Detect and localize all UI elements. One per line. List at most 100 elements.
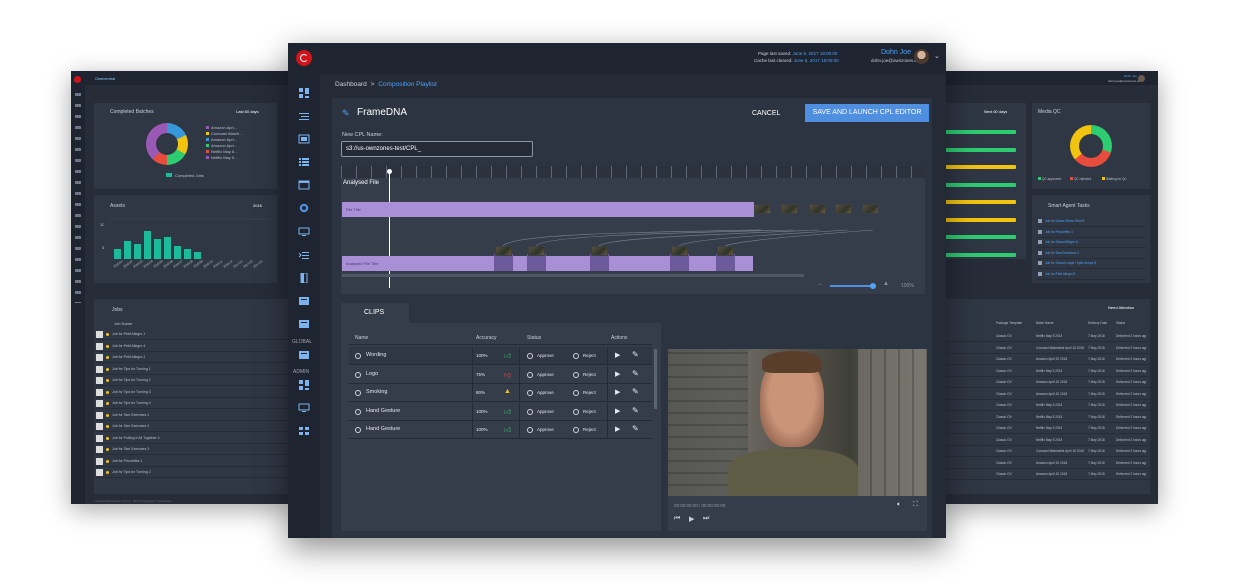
delivery-row[interactable]: Classic OV Amazon April 20 2018 7 May 2018… xyxy=(940,469,1150,480)
edit-clip-icon[interactable]: ✎ xyxy=(632,406,639,415)
delivery-row[interactable]: Classic OV Netflix May 5 2018 7 May 2018 De… xyxy=(940,366,1150,377)
clip-marker[interactable] xyxy=(670,254,689,271)
delivery-row[interactable]: Classic OV Amazon April 20 2018 7 May 2018… xyxy=(940,377,1150,388)
zoom-out-icon[interactable]: − xyxy=(818,282,822,288)
reject-radio[interactable] xyxy=(573,390,579,396)
reject-radio[interactable] xyxy=(573,427,579,433)
clip-select-radio[interactable] xyxy=(355,353,361,359)
job-row[interactable]: Job for Petit Allegro 1 xyxy=(94,329,293,340)
reject-radio[interactable] xyxy=(573,371,579,378)
list-lines-icon[interactable] xyxy=(298,111,310,121)
storage-icon[interactable] xyxy=(298,319,310,329)
admin-monitor-icon[interactable] xyxy=(298,403,310,413)
user-name[interactable]: Dohn Joe xyxy=(881,49,911,56)
analysed-file-track[interactable]: Analysed File Title xyxy=(342,256,753,271)
smart-task-item[interactable]: Job for Petit Allegro 8 xyxy=(1036,270,1146,280)
approve-radio[interactable] xyxy=(527,427,533,433)
delivery-row[interactable]: Classic OV Amazon April 20 2018 7 May 2018… xyxy=(940,389,1150,400)
clip-row[interactable]: Hand Gesture 100% 👍︎ Approve Reject ▶ ✎ xyxy=(349,402,652,421)
job-row[interactable]: Job for Putting It All Together 4 xyxy=(94,433,293,444)
timeline-ruler[interactable] xyxy=(341,166,925,178)
fullscreen-icon[interactable]: ⛶ xyxy=(913,501,918,509)
batches-filter-dropdown[interactable]: Last 60 days xyxy=(236,109,259,114)
app-logo-icon[interactable] xyxy=(296,50,312,66)
delivery-row[interactable]: Classic OV Amazon April 20 2018 7 May 2018… xyxy=(940,354,1150,365)
job-row[interactable]: Job for Tips for Turning 2 xyxy=(94,375,293,386)
play-clip-icon[interactable]: ▶ xyxy=(615,425,620,433)
save-launch-button[interactable]: SAVE AND LAUNCH CPL EDITOR xyxy=(805,104,929,122)
delivery-row[interactable]: Classic OV Netflix May 5 2018 7 May 2018 De… xyxy=(940,331,1150,342)
video-frame[interactable] xyxy=(668,349,927,496)
approve-radio[interactable] xyxy=(527,408,533,415)
admin-dashboard-icon[interactable] xyxy=(298,380,310,390)
job-row[interactable]: Job for Pirouettes 1 xyxy=(94,456,293,467)
clip-row[interactable]: Hand Gesture 100% 👍︎ Approve Reject ▶ ✎ xyxy=(349,421,652,439)
need-attention-dropdown[interactable]: Need Attention xyxy=(1108,305,1134,310)
zoom-slider-handle[interactable] xyxy=(870,283,876,289)
play-clip-icon[interactable]: ▶ xyxy=(615,351,620,359)
approve-radio[interactable] xyxy=(527,371,533,378)
smart-task-item[interactable]: Job for Pirouettes 4 xyxy=(1036,228,1146,238)
zoom-level-dropdown[interactable]: 100% xyxy=(901,283,914,289)
job-row[interactable]: Job for Tips for Turning 3 xyxy=(94,387,293,398)
reject-radio[interactable] xyxy=(573,408,579,415)
smart-task-item[interactable]: Job for Tam Exercises 2 xyxy=(1036,249,1146,259)
zoom-in-icon[interactable]: ▲ xyxy=(883,281,889,287)
admin-grid-icon[interactable] xyxy=(298,426,310,436)
clip-row[interactable]: Wording 100% 👍︎ Approve Reject ▶ ✎ xyxy=(349,347,652,365)
clip-marker[interactable] xyxy=(494,254,513,271)
smart-task-item[interactable]: Job for Grand Leaps / Split Jumps 8 xyxy=(1036,259,1146,269)
play-clip-icon[interactable]: ▶ xyxy=(615,407,620,415)
job-row[interactable]: Job for Tam Exercises 1 xyxy=(94,410,293,421)
smart-task-item[interactable]: Job for Grand Allegro 8 xyxy=(1036,238,1146,248)
clip-marker[interactable] xyxy=(527,254,546,271)
sidebar-nav-icons[interactable] xyxy=(75,93,81,303)
right-avatar[interactable] xyxy=(1138,75,1145,82)
clip-select-radio[interactable] xyxy=(355,427,361,433)
queue-icon[interactable] xyxy=(298,250,310,260)
playhead-handle[interactable] xyxy=(387,169,392,174)
edit-clip-icon[interactable]: ✎ xyxy=(632,387,639,396)
monitor-icon[interactable] xyxy=(298,227,310,237)
delivery-row[interactable]: Classic OV Comcast Watchable April 16 201… xyxy=(940,446,1150,457)
delivery-row[interactable]: Classic OV Netflix May 5 2018 7 May 2018 De… xyxy=(940,400,1150,411)
reject-radio[interactable] xyxy=(573,353,579,359)
clip-select-radio[interactable] xyxy=(355,408,361,415)
approve-radio[interactable] xyxy=(527,353,533,359)
clip-row[interactable]: Smoking 80% ▲ Approve Reject ▶ ✎ xyxy=(349,384,652,402)
calendar-icon[interactable] xyxy=(298,180,310,190)
play-icon[interactable]: ▶ xyxy=(689,515,694,523)
edit-clip-icon[interactable]: ✎ xyxy=(632,424,639,433)
edit-clip-icon[interactable]: ✎ xyxy=(632,350,639,359)
delivery-row[interactable]: Classic OV Amazon April 20 2018 7 May 2018… xyxy=(940,458,1150,469)
user-avatar[interactable] xyxy=(914,49,929,64)
timeline-editor[interactable]: Analysed File File Title Analysed File T… xyxy=(341,166,925,294)
clip-marker[interactable] xyxy=(590,254,609,271)
storage-icon[interactable] xyxy=(298,296,310,306)
clip-row[interactable]: Logo 75% 👎︎ Approve Reject ▶ ✎ xyxy=(349,365,652,384)
global-storage-icon[interactable] xyxy=(298,350,310,360)
clip-select-radio[interactable] xyxy=(355,390,361,396)
play-clip-icon[interactable]: ▶ xyxy=(615,370,620,378)
dashboard-icon[interactable] xyxy=(298,88,310,98)
job-row[interactable]: Job for Tips for Turning 1 xyxy=(94,364,293,375)
cancel-button[interactable]: CANCEL xyxy=(752,110,780,117)
clips-scrollbar[interactable] xyxy=(654,349,657,409)
smart-task-item[interactable]: Job for Dance Demo Reel 8 xyxy=(1036,217,1146,227)
clips-tab[interactable]: CLIPS xyxy=(341,303,409,323)
job-row[interactable]: Job for Tips for Turning 4 xyxy=(94,398,293,409)
approve-radio[interactable] xyxy=(527,390,533,396)
job-row[interactable]: Job for Petit Allegro 2 xyxy=(94,352,293,363)
clip-select-radio[interactable] xyxy=(355,371,361,378)
delivery-row[interactable]: Classic OV Netflix May 5 2018 7 May 2018 De… xyxy=(940,423,1150,434)
globe-icon[interactable] xyxy=(298,203,310,213)
job-row[interactable]: Job for Tips for Turning 2 xyxy=(94,467,293,478)
job-row[interactable]: Job for Petit Allegro 4 xyxy=(94,341,293,352)
delivery-row[interactable]: Classic OV Comcast Watchable April 16 201… xyxy=(940,343,1150,354)
assets-year-dropdown[interactable]: 2016 xyxy=(253,203,262,208)
breadcrumb-dashboard[interactable]: Dashboard xyxy=(335,81,367,88)
zoom-slider[interactable] xyxy=(830,283,876,289)
job-row[interactable]: Job for Tam Exercises 3 xyxy=(94,444,293,455)
timeline-scrollbar[interactable] xyxy=(342,274,804,277)
file-title-track[interactable]: File Title xyxy=(342,202,754,217)
